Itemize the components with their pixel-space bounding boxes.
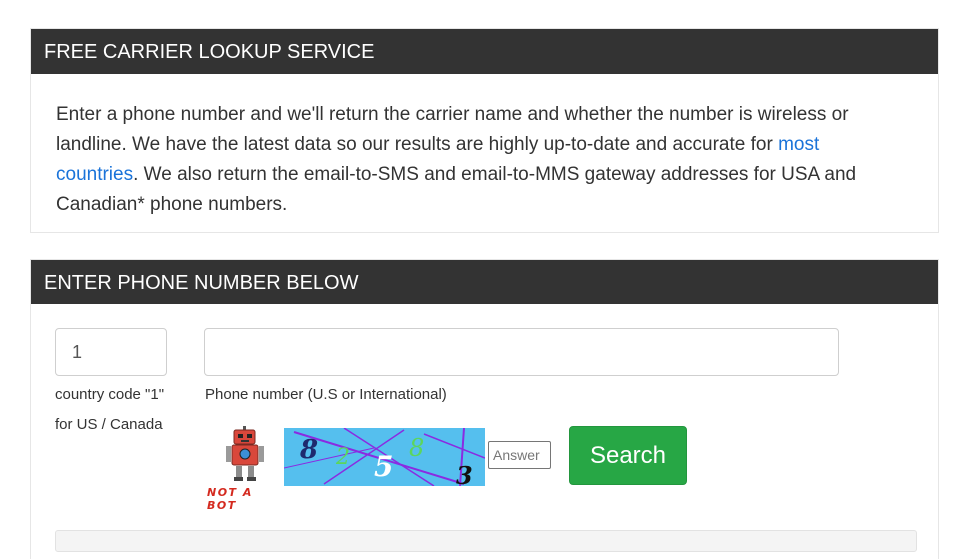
intro-text-part1: Enter a phone number and we'll return th… bbox=[56, 104, 849, 155]
result-box bbox=[55, 530, 917, 552]
captcha-char-3: 5 bbox=[374, 450, 393, 483]
lookup-panel-title: FREE CARRIER LOOKUP SERVICE bbox=[31, 29, 938, 74]
country-code-input[interactable] bbox=[55, 328, 167, 376]
not-a-bot-label: NOT A BOT bbox=[207, 486, 253, 512]
intro-text: Enter a phone number and we'll return th… bbox=[56, 100, 896, 220]
form-panel-title: ENTER PHONE NUMBER BELOW bbox=[31, 260, 938, 304]
intro-text-part2: . We also return the email-to-SMS and em… bbox=[56, 164, 857, 215]
captcha-answer-input[interactable] bbox=[488, 441, 551, 469]
not-a-bot-badge: NOT A BOT bbox=[205, 426, 285, 512]
captcha-char-1: 8 bbox=[299, 435, 318, 465]
captcha-char-2: 2 bbox=[335, 445, 350, 470]
captcha-char-5: 3 bbox=[456, 461, 473, 486]
lookup-info-panel: FREE CARRIER LOOKUP SERVICE Enter a phon… bbox=[30, 28, 939, 233]
search-button[interactable]: Search bbox=[569, 426, 687, 485]
captcha-char-4: 8 bbox=[409, 434, 424, 462]
captcha-image: 8 2 5 8 3 bbox=[284, 428, 485, 486]
country-code-help: country code "1" for US / Canada bbox=[55, 386, 165, 433]
phone-number-input[interactable] bbox=[204, 328, 839, 376]
phone-number-help: Phone number (U.S or International) bbox=[205, 386, 447, 403]
phone-form-panel: ENTER PHONE NUMBER BELOW country code "1… bbox=[30, 259, 939, 559]
robot-icon bbox=[226, 426, 264, 481]
